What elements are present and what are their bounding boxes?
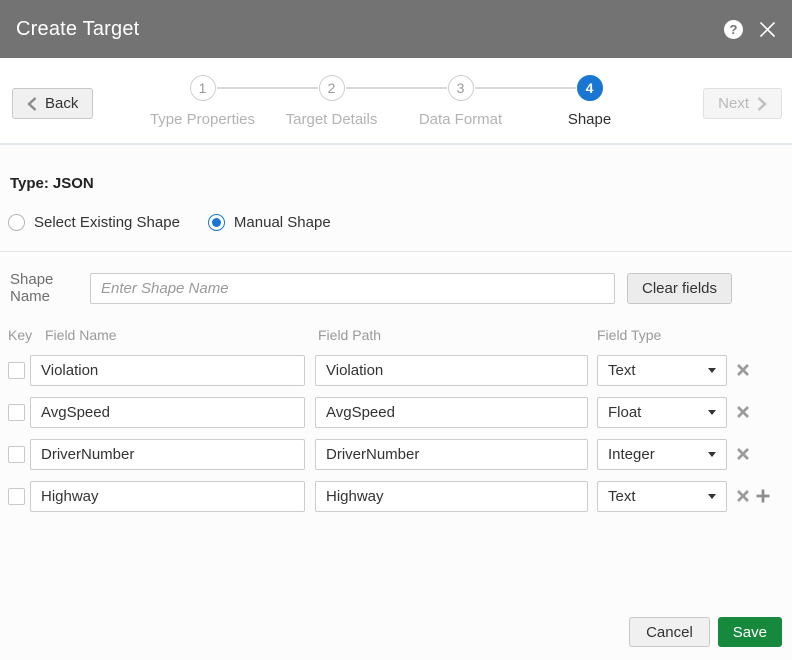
dialog-title: Create Target bbox=[16, 18, 139, 41]
help-icon[interactable]: ? bbox=[724, 20, 743, 39]
delete-row-icon[interactable] bbox=[735, 488, 751, 504]
fields-table-headers: Key Field Name Field Path Field Type bbox=[0, 305, 792, 343]
header-actions: ? bbox=[724, 20, 776, 39]
field-type-value: Text bbox=[608, 362, 708, 379]
field-name-input[interactable] bbox=[30, 439, 305, 470]
step-circle-3: 3 bbox=[448, 75, 474, 101]
table-row: Integer bbox=[0, 433, 792, 475]
field-type-value: Float bbox=[608, 404, 708, 421]
shape-step-content: Type:JSON Select Existing Shape Manual S… bbox=[0, 145, 792, 517]
type-value: JSON bbox=[53, 175, 94, 192]
column-header-field-type: Field Type bbox=[597, 327, 727, 343]
clear-fields-button[interactable]: Clear fields bbox=[627, 273, 732, 304]
dropdown-arrow-icon bbox=[708, 410, 716, 415]
table-row: Text bbox=[0, 475, 792, 517]
wizard-bar: Back 1 Type Properties 2 Target Details … bbox=[0, 58, 792, 145]
field-type-select[interactable]: Text bbox=[597, 481, 727, 512]
field-name-input[interactable] bbox=[30, 481, 305, 512]
stepper: 1 Type Properties 2 Target Details 3 Dat… bbox=[138, 58, 654, 128]
back-button[interactable]: Back bbox=[12, 88, 93, 119]
dropdown-arrow-icon bbox=[708, 494, 716, 499]
next-chevron-icon bbox=[757, 97, 767, 111]
back-button-label: Back bbox=[45, 95, 78, 112]
field-type-select[interactable]: Text bbox=[597, 355, 727, 386]
shape-mode-radios: Select Existing Shape Manual Shape bbox=[0, 192, 792, 231]
radio-circle-unselected[interactable] bbox=[8, 214, 25, 231]
column-header-field-name: Field Name bbox=[45, 327, 318, 343]
field-type-value: Text bbox=[608, 488, 708, 505]
key-checkbox[interactable] bbox=[8, 362, 25, 379]
add-row-icon[interactable] bbox=[755, 488, 771, 504]
step-target-details[interactable]: 2 Target Details bbox=[267, 75, 396, 128]
next-button[interactable]: Next bbox=[703, 88, 782, 119]
step-label-4: Shape bbox=[525, 111, 654, 128]
field-type-value: Integer bbox=[608, 446, 708, 463]
step-label-1: Type Properties bbox=[138, 111, 267, 128]
close-icon[interactable] bbox=[759, 21, 776, 38]
field-type-select[interactable]: Integer bbox=[597, 439, 727, 470]
type-label: Type: bbox=[10, 175, 49, 192]
field-path-input[interactable] bbox=[315, 355, 588, 386]
step-label-3: Data Format bbox=[396, 111, 525, 128]
dropdown-arrow-icon bbox=[708, 368, 716, 373]
radio-label-existing: Select Existing Shape bbox=[34, 214, 180, 231]
create-target-dialog: Create Target ? Back 1 Type Properties 2… bbox=[0, 0, 792, 660]
step-label-2: Target Details bbox=[267, 111, 396, 128]
cancel-button[interactable]: Cancel bbox=[629, 617, 710, 647]
step-data-format[interactable]: 3 Data Format bbox=[396, 75, 525, 128]
next-button-label: Next bbox=[718, 95, 749, 112]
radio-label-manual: Manual Shape bbox=[234, 214, 331, 231]
field-name-input[interactable] bbox=[30, 355, 305, 386]
field-type-select[interactable]: Float bbox=[597, 397, 727, 428]
column-header-key: Key bbox=[8, 327, 30, 343]
shape-name-input[interactable] bbox=[90, 273, 615, 304]
delete-row-icon[interactable] bbox=[735, 404, 751, 420]
table-row: Float bbox=[0, 391, 792, 433]
step-circle-2: 2 bbox=[319, 75, 345, 101]
dropdown-arrow-icon bbox=[708, 452, 716, 457]
field-path-input[interactable] bbox=[315, 397, 588, 428]
shape-name-label: Shape Name bbox=[10, 271, 90, 305]
step-circle-1: 1 bbox=[190, 75, 216, 101]
field-name-input[interactable] bbox=[30, 397, 305, 428]
key-checkbox[interactable] bbox=[8, 404, 25, 421]
step-circle-4: 4 bbox=[577, 75, 603, 101]
fields-table-rows: Text Float bbox=[0, 343, 792, 517]
field-path-input[interactable] bbox=[315, 439, 588, 470]
save-button[interactable]: Save bbox=[718, 617, 782, 647]
column-header-field-path: Field Path bbox=[318, 327, 597, 343]
delete-row-icon[interactable] bbox=[735, 446, 751, 462]
step-type-properties[interactable]: 1 Type Properties bbox=[138, 75, 267, 128]
radio-select-existing-shape[interactable]: Select Existing Shape bbox=[8, 214, 180, 231]
dialog-footer: Cancel Save bbox=[629, 617, 782, 647]
step-shape[interactable]: 4 Shape bbox=[525, 75, 654, 128]
table-row: Text bbox=[0, 349, 792, 391]
back-chevron-icon bbox=[27, 97, 37, 111]
radio-manual-shape[interactable]: Manual Shape bbox=[208, 214, 331, 231]
type-line: Type:JSON bbox=[0, 145, 792, 192]
shape-name-row: Shape Name Clear fields bbox=[0, 252, 792, 305]
field-path-input[interactable] bbox=[315, 481, 588, 512]
key-checkbox[interactable] bbox=[8, 488, 25, 505]
key-checkbox[interactable] bbox=[8, 446, 25, 463]
dialog-header: Create Target ? bbox=[0, 0, 792, 58]
radio-circle-selected[interactable] bbox=[208, 214, 225, 231]
delete-row-icon[interactable] bbox=[735, 362, 751, 378]
